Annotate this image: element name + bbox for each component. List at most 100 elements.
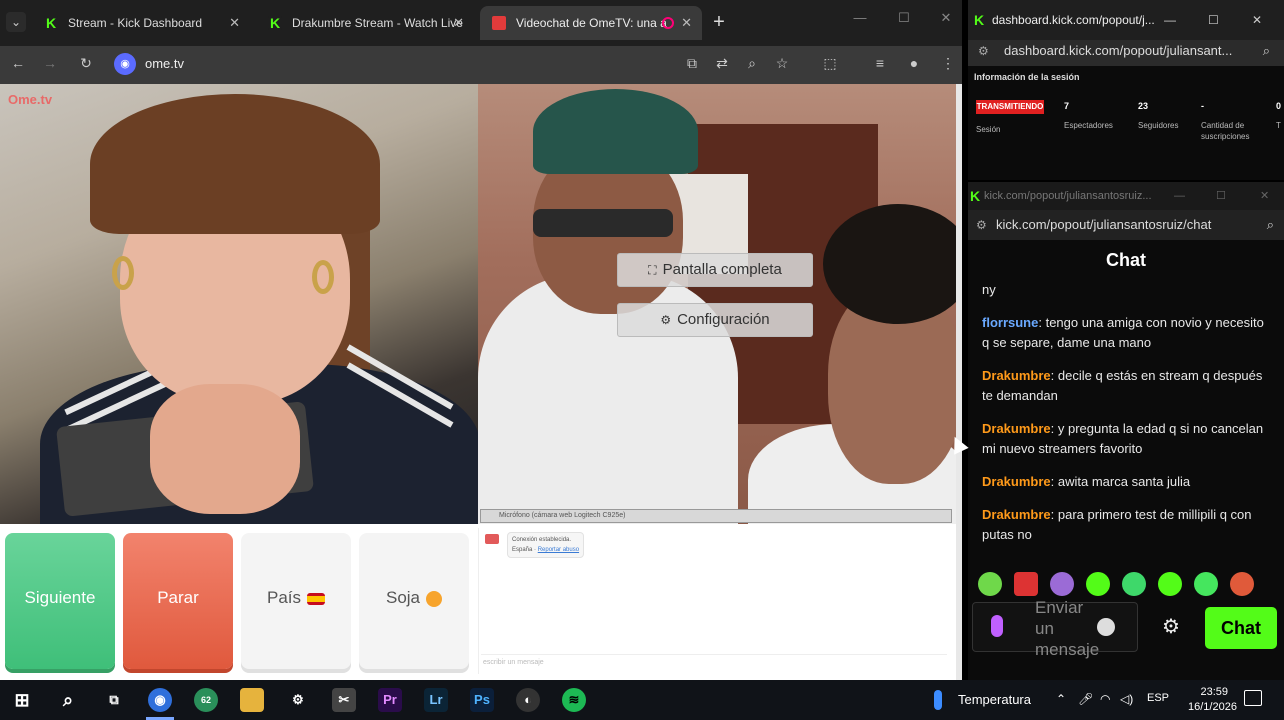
fullscreen-button[interactable]: ⛶ Pantalla completa — [617, 253, 813, 287]
clock[interactable]: 23:59 16/1/2026 — [1188, 685, 1237, 715]
site-info-icon[interactable]: ◉ — [114, 53, 136, 75]
tab-strip: ⌄ K Stream - Kick Dashboard ✕ K Drakumbr… — [0, 0, 962, 46]
settings-button[interactable]: ⚙ Configuración — [617, 303, 813, 337]
site-settings-icon[interactable]: ⚙ — [978, 40, 989, 62]
emote-icon[interactable] — [1230, 572, 1254, 596]
emote-icon[interactable] — [1158, 572, 1182, 596]
spotify-icon[interactable]: ≋ — [562, 688, 586, 712]
chat-message: florrsune: tengo una amiga con novio y n… — [982, 315, 1264, 350]
notification-icon[interactable] — [1244, 690, 1262, 706]
microphone-icon[interactable] — [991, 615, 1003, 637]
extensions-icon[interactable]: ⬚ — [820, 55, 840, 72]
obs-icon[interactable]: ◐ — [516, 688, 540, 712]
chat-username[interactable]: Drakumbre — [982, 421, 1051, 436]
maximize-icon[interactable]: ☐ — [894, 10, 914, 26]
close-window-icon[interactable]: ✕ — [1252, 0, 1262, 40]
forward-icon[interactable]: → — [40, 55, 60, 71]
desktop: ⌄ K Stream - Kick Dashboard ✕ K Drakumbr… — [0, 0, 1284, 720]
chat-message: Drakumbre: para primero test de millipil… — [982, 507, 1252, 542]
emote-icon[interactable] — [1086, 572, 1110, 596]
media-icon[interactable]: ≡ — [870, 55, 890, 71]
subs-value: - — [1201, 101, 1204, 111]
reload-icon[interactable]: ↻ — [76, 55, 96, 72]
emote-bar — [978, 572, 1274, 602]
chat-username[interactable]: florrsune — [982, 315, 1038, 330]
chrome-icon[interactable]: ◉ — [148, 688, 172, 712]
emote-icon[interactable] — [1014, 572, 1038, 596]
system-icon — [485, 534, 499, 544]
close-window-icon[interactable]: ✕ — [1260, 182, 1269, 210]
tab-kick-dashboard[interactable]: K Stream - Kick Dashboard ✕ — [32, 6, 250, 40]
new-tab-button[interactable]: + — [708, 10, 730, 34]
ometv-page: Ome.tv ⛶ Pantalla completa ⚙ Configuración — [0, 84, 962, 680]
report-link[interactable]: Reportar abuso — [538, 547, 579, 553]
profile-icon[interactable]: ● — [904, 55, 924, 71]
weather-label[interactable]: Temperatura — [958, 692, 1031, 707]
close-icon[interactable]: ✕ — [681, 6, 692, 40]
stop-button[interactable]: Parar — [123, 533, 233, 669]
close-window-icon[interactable]: ✕ — [936, 10, 956, 26]
recording-icon — [662, 17, 674, 29]
ometv-logo: Ome.tv — [8, 92, 53, 107]
microphone-tray-icon[interactable]: 🎤︎ — [1078, 692, 1093, 706]
country-button[interactable]: País — [241, 533, 351, 669]
language-indicator[interactable]: ESP — [1147, 692, 1169, 704]
chat-username[interactable]: Drakumbre — [982, 368, 1051, 383]
search-icon[interactable]: ⌕ — [56, 688, 80, 712]
premiere-icon[interactable]: Pr — [378, 688, 402, 712]
zoom-icon[interactable]: ⌕ — [1263, 40, 1270, 62]
message-input[interactable]: escribir un mensaje — [481, 654, 947, 670]
gear-icon[interactable]: ⚙ — [1162, 614, 1180, 639]
followers-label: Seguidores — [1138, 121, 1179, 130]
tab-title: Drakumbre Stream - Watch Live — [292, 16, 463, 30]
tab-drakumbre-stream[interactable]: K Drakumbre Stream - Watch Live ✕ — [256, 6, 474, 40]
chat-username[interactable]: Drakumbre — [982, 507, 1051, 522]
tab-search-button[interactable]: ⌄ — [6, 12, 26, 32]
close-icon[interactable]: ✕ — [453, 6, 464, 40]
star-icon[interactable]: ☆ — [772, 55, 792, 72]
emote-icon[interactable] — [1122, 572, 1146, 596]
scrollbar[interactable] — [956, 84, 962, 680]
lightroom-icon[interactable]: Lr — [424, 688, 448, 712]
chat-message: Drakumbre: decile q estás en stream q de… — [982, 368, 1263, 403]
chat-username[interactable]: Drakumbre — [982, 474, 1051, 489]
settings-gear-icon[interactable]: ⚙ — [286, 688, 310, 712]
chrome-profile-icon[interactable]: 62 — [194, 688, 218, 712]
spain-flag-icon — [307, 592, 326, 605]
microphone-select[interactable]: Micrófono (cámara web Logitech C925e) — [480, 509, 952, 523]
menu-icon[interactable]: ⋮ — [938, 55, 958, 72]
address-bar[interactable]: ⚙ kick.com/popout/juliansantosruiz/chat … — [968, 210, 1284, 240]
site-settings-icon[interactable]: ⚙ — [976, 210, 987, 240]
emote-icon[interactable] — [1050, 572, 1074, 596]
minimize-icon[interactable]: — — [1174, 182, 1185, 210]
next-button[interactable]: Siguiente — [5, 533, 115, 669]
task-view-icon[interactable]: ⧉ — [102, 688, 126, 712]
emoji-icon[interactable] — [1097, 618, 1115, 636]
chevron-up-icon[interactable]: ⌃ — [1056, 692, 1066, 706]
tab-ometv[interactable]: Videochat de OmeTV: una a ✕ — [480, 6, 702, 40]
photoshop-icon[interactable]: Ps — [470, 688, 494, 712]
back-icon[interactable]: ← — [8, 55, 28, 71]
zoom-icon[interactable]: ⌕ — [742, 55, 762, 72]
address-bar[interactable]: ⚙ dashboard.kick.com/popout/juliansant..… — [968, 40, 1284, 66]
translate-icon[interactable]: ⇄ — [712, 55, 732, 72]
file-explorer-icon[interactable] — [240, 688, 264, 712]
minimize-icon[interactable]: — — [850, 10, 870, 25]
chat-message: Drakumbre: awita marca santa julia — [982, 474, 1191, 489]
windows-start-icon[interactable]: ⊞ — [10, 688, 34, 712]
close-icon[interactable]: ✕ — [229, 6, 240, 40]
maximize-icon[interactable]: ☐ — [1216, 182, 1226, 210]
install-app-icon[interactable]: ⧉ — [682, 55, 702, 72]
volume-icon[interactable]: ◁) — [1120, 692, 1133, 706]
emote-icon[interactable] — [978, 572, 1002, 596]
zoom-icon[interactable]: ⌕ — [1267, 210, 1274, 240]
capcut-icon[interactable]: ✂ — [332, 688, 356, 712]
gender-button[interactable]: Soja — [359, 533, 469, 669]
send-chat-button[interactable]: Chat — [1205, 607, 1277, 649]
emote-icon[interactable] — [1194, 572, 1218, 596]
chat-input[interactable]: Enviar un mensaje — [972, 598, 1138, 659]
wifi-icon[interactable]: ◠ — [1100, 692, 1110, 706]
address-bar[interactable]: ome.tv — [145, 56, 184, 71]
maximize-icon[interactable]: ☐ — [1208, 0, 1219, 40]
minimize-icon[interactable]: — — [1164, 0, 1176, 40]
